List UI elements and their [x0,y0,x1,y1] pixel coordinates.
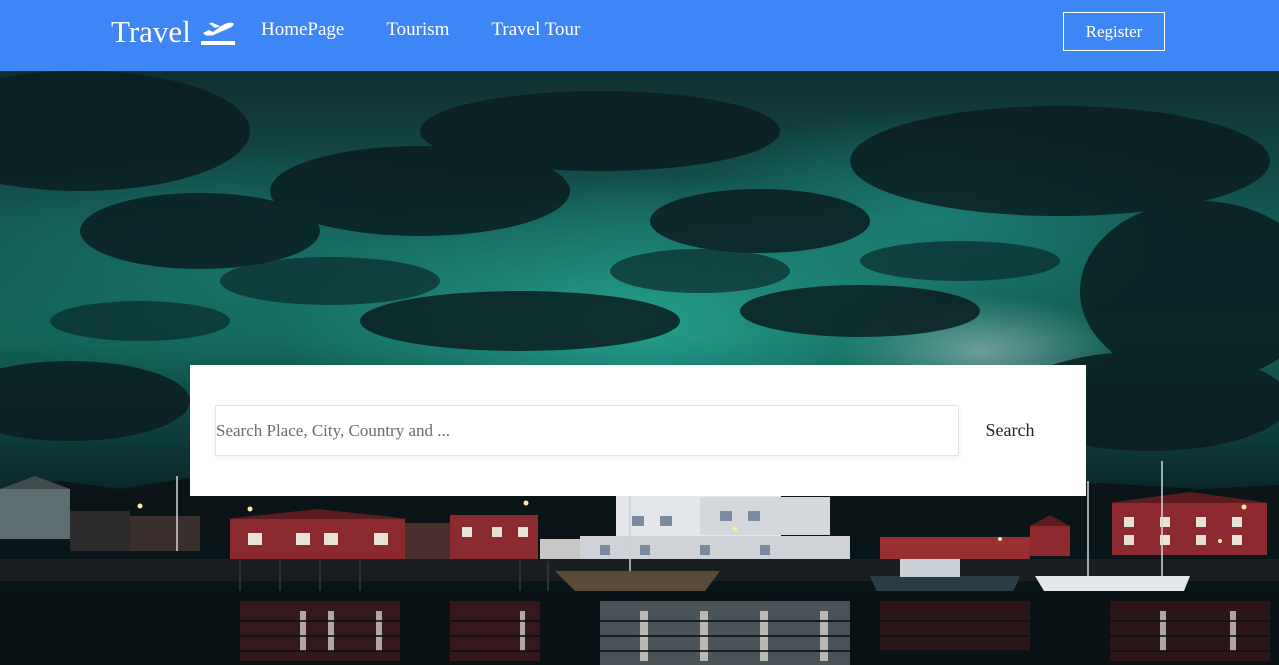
main-nav: HomePage Tourism Travel Tour [261,19,622,41]
brand-logo[interactable]: Travel [111,14,237,50]
navbar: Travel HomePage Tourism Travel Tour Regi… [0,0,1279,71]
search-input[interactable] [215,405,959,456]
nav-link-tourism[interactable]: Tourism [386,19,449,41]
search-button[interactable]: Search [971,405,1049,456]
airplane-departure-icon [200,22,235,45]
brand-name: Travel [111,14,191,49]
nav-link-travel-tour[interactable]: Travel Tour [491,19,580,41]
register-button[interactable]: Register [1063,12,1165,51]
nav-link-homepage[interactable]: HomePage [261,19,344,41]
search-panel: Search [190,365,1086,496]
